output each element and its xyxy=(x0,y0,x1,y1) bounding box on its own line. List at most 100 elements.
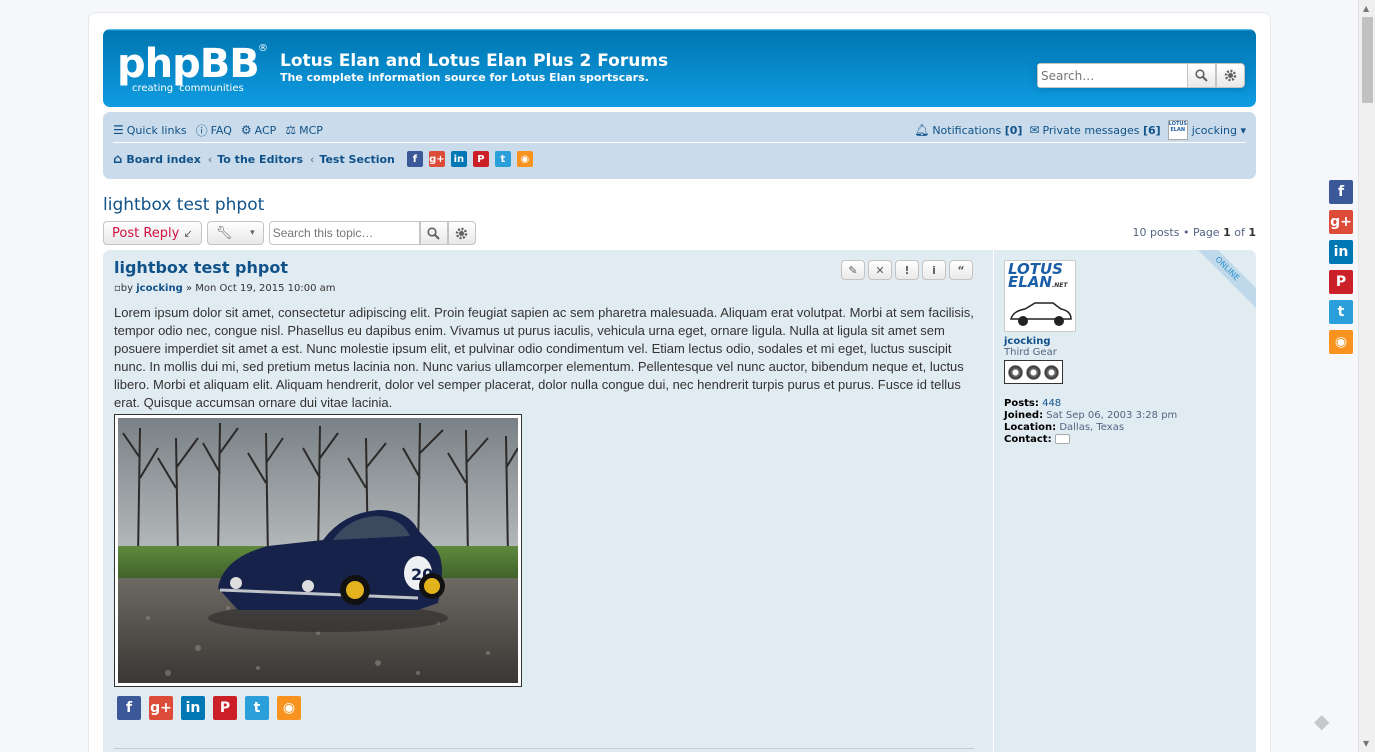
speech-bubble-icon[interactable] xyxy=(1054,434,1070,444)
avatar-text: LOTUS ELAN.NET xyxy=(1008,262,1074,292)
linkedin-icon[interactable]: in xyxy=(450,151,467,167)
advanced-search-button[interactable] xyxy=(1216,63,1245,88)
report-post-button[interactable]: ! xyxy=(895,260,919,280)
post-author-line: ▫by jcocking » Mon Oct 19, 2015 10:00 am xyxy=(114,283,974,294)
facebook-icon[interactable]: f xyxy=(117,696,141,720)
search-button[interactable] xyxy=(1187,63,1216,88)
scrollbar[interactable]: ▲ ▼ xyxy=(1358,0,1375,752)
breadcrumb-test-section[interactable]: ‹ Test Section xyxy=(303,153,395,166)
notifications-label: Notifications xyxy=(932,123,1002,137)
twitter-icon[interactable]: t xyxy=(245,696,269,720)
faq-link[interactable]: ⓘ FAQ xyxy=(196,122,232,139)
page-current: 1 xyxy=(1223,226,1231,239)
topic-title[interactable]: lightbox test phpot xyxy=(103,195,264,215)
google-plus-icon[interactable]: g+ xyxy=(428,151,445,167)
topic-tools-dropdown[interactable]: 🔧︎ ▾ xyxy=(206,221,264,245)
scroll-down-icon[interactable]: ▼ xyxy=(1363,739,1369,748)
topic-advanced-search-button[interactable] xyxy=(447,221,476,245)
linkedin-icon[interactable]: in xyxy=(1329,240,1353,264)
notifications-link[interactable]: 🔔︎ Notifications [0] xyxy=(914,123,1022,137)
search-icon xyxy=(1195,69,1208,82)
rss-icon[interactable]: ◉ xyxy=(277,696,301,720)
breadcrumb-board-index[interactable]: ⌂ Board index xyxy=(113,152,201,167)
avatar-net: .NET xyxy=(1051,282,1068,289)
google-plus-icon[interactable]: g+ xyxy=(1329,210,1353,234)
twitter-icon[interactable]: t xyxy=(1329,300,1353,324)
search-input[interactable] xyxy=(1037,63,1187,88)
breadcrumb-label: Board index xyxy=(126,152,201,166)
facebook-icon[interactable]: f xyxy=(1329,180,1353,204)
user-menu[interactable]: LOTUS ELAN jcocking ▾ xyxy=(1167,120,1246,140)
topic-search-button[interactable] xyxy=(419,221,448,245)
location-label: Location: xyxy=(1004,422,1057,433)
pencil-icon: ✎ xyxy=(848,263,858,277)
gear-icon xyxy=(1043,364,1059,380)
caret-down-icon: ▾ xyxy=(250,228,255,238)
pinterest-icon[interactable]: P xyxy=(213,696,237,720)
gavel-icon: ⚖ xyxy=(285,123,297,137)
pinterest-icon[interactable]: P xyxy=(1329,270,1353,294)
header-bar: phpBB ® creating communities Lotus Elan a… xyxy=(103,29,1256,107)
joined-label: Joined: xyxy=(1004,410,1044,421)
edit-post-button[interactable]: ✎ xyxy=(841,260,865,280)
breadcrumb-label: To the Editors xyxy=(217,152,304,166)
acp-label: ACP xyxy=(254,123,277,137)
question-icon: ⓘ xyxy=(195,123,208,138)
post-image[interactable]: 20 xyxy=(114,414,522,687)
profile-location: Location: Dallas, Texas xyxy=(1004,422,1256,434)
post-reply-button[interactable]: Post Reply ↙ xyxy=(103,221,202,245)
breadcrumb-to-the-editors[interactable]: ‹ To the Editors xyxy=(201,153,303,166)
avatar[interactable]: LOTUS ELAN.NET xyxy=(1004,260,1076,332)
online-badge: ONLINE xyxy=(1183,250,1256,313)
google-plus-icon[interactable]: g+ xyxy=(149,696,173,720)
topic-search xyxy=(268,221,476,245)
notifications-count: [0] xyxy=(1004,123,1023,137)
nav-links: ☰ Quick links ⓘ FAQ ⚙ ACP ⚖ MCP 🔔︎ Notificati… xyxy=(113,120,1246,140)
profile-contact: Contact: xyxy=(1004,434,1256,446)
twitter-icon[interactable]: t xyxy=(494,151,511,167)
post-icon[interactable]: ▫ xyxy=(114,283,121,294)
nav-share-icons: f g+ in P t ◉ xyxy=(406,151,539,167)
quick-links-menu[interactable]: ☰ Quick links xyxy=(113,123,187,137)
page-of: of xyxy=(1234,226,1245,239)
pinterest-icon[interactable]: P xyxy=(472,151,489,167)
scrollbar-thumb[interactable] xyxy=(1362,17,1373,103)
facebook-icon[interactable]: f xyxy=(406,151,423,167)
site-description: The complete information source for Lotu… xyxy=(280,71,649,84)
site-logo[interactable]: phpBB ® creating communities xyxy=(117,41,268,95)
profile-posts: Posts: 448 xyxy=(1004,398,1256,410)
topic-search-input[interactable] xyxy=(268,221,420,245)
posts-value[interactable]: 448 xyxy=(1042,398,1061,409)
acp-link[interactable]: ⚙ ACP xyxy=(241,123,276,137)
linkedin-icon[interactable]: in xyxy=(181,696,205,720)
post-profile: ONLINE LOTUS ELAN.NET jcocking Third Gea… xyxy=(993,250,1256,752)
profile-joined: Joined: Sat Sep 06, 2003 3:28 pm xyxy=(1004,410,1256,422)
by-label: by xyxy=(120,283,134,294)
private-messages-link[interactable]: ✉ Private messages [6] xyxy=(1029,123,1160,137)
feedly-icon[interactable]: ◆ xyxy=(1314,709,1338,733)
profile-username[interactable]: jcocking xyxy=(1004,336,1256,347)
post-buttons: ✎ ✕ ! i “ xyxy=(838,260,973,280)
home-icon: ⌂ xyxy=(113,151,123,167)
exclamation-icon: ! xyxy=(904,263,910,277)
page-label: Page xyxy=(1192,226,1220,239)
quote-post-button[interactable]: “ xyxy=(949,260,973,280)
signature-divider xyxy=(114,748,974,749)
delete-post-button[interactable]: ✕ xyxy=(868,260,892,280)
breadcrumb-label: Test Section xyxy=(319,152,395,166)
logo-tagline-1: creating xyxy=(132,83,174,94)
location-value: Dallas, Texas xyxy=(1059,422,1125,433)
mcp-link[interactable]: ⚖ MCP xyxy=(285,123,323,137)
rss-icon[interactable]: ◉ xyxy=(1329,330,1353,354)
page-total: 1 xyxy=(1248,226,1256,239)
info-post-button[interactable]: i xyxy=(922,260,946,280)
scroll-up-icon[interactable]: ▲ xyxy=(1363,4,1369,13)
pm-label: Private messages xyxy=(1042,123,1140,137)
user-avatar-small: LOTUS ELAN xyxy=(1167,120,1188,140)
rss-icon[interactable]: ◉ xyxy=(516,151,533,167)
rank-image xyxy=(1004,360,1063,384)
joined-value: Sat Sep 06, 2003 3:28 pm xyxy=(1046,410,1178,421)
post-author[interactable]: jcocking xyxy=(136,283,183,294)
post-date: » Mon Oct 19, 2015 10:00 am xyxy=(185,283,336,294)
site-title[interactable]: Lotus Elan and Lotus Elan Plus 2 Forums xyxy=(280,51,668,71)
